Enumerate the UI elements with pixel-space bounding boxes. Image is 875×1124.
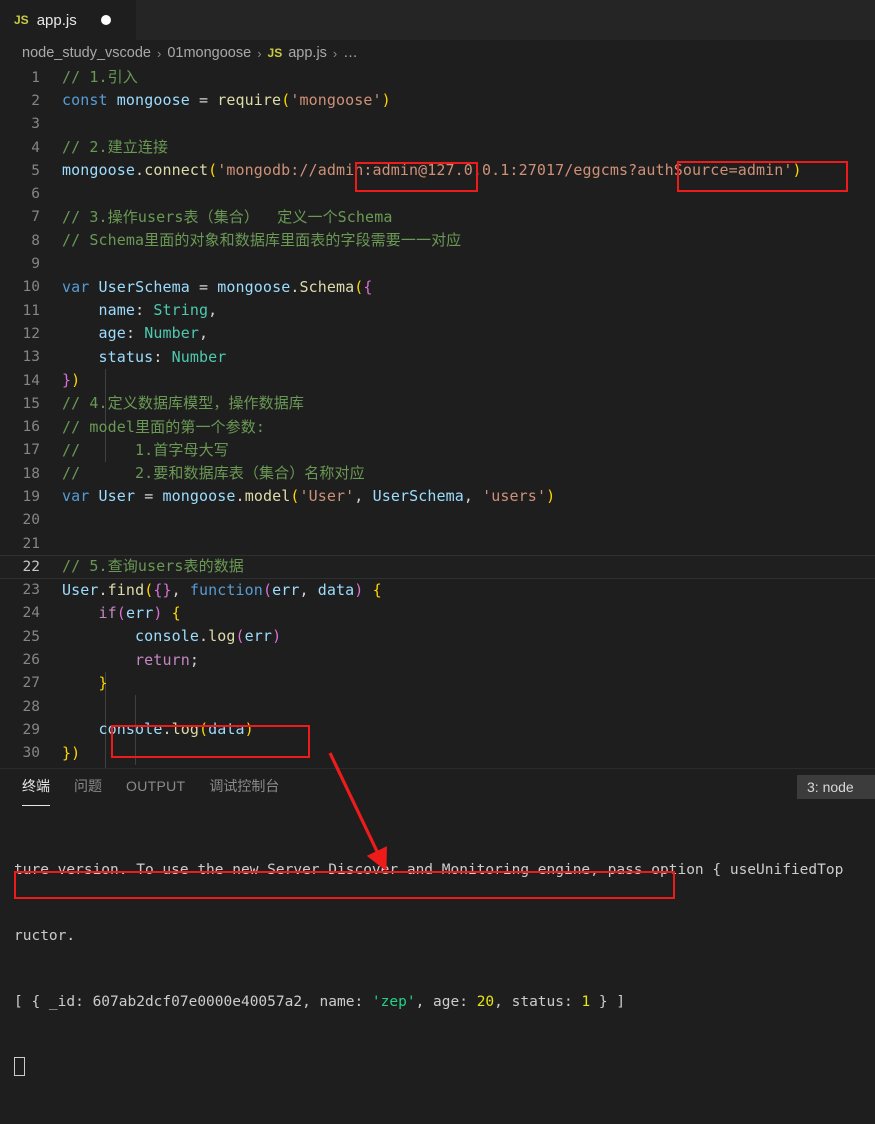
line-number: 4 [31,139,40,156]
code-line[interactable]: 10 var UserSchema = mongoose.Schema({ [0,276,875,299]
code-line[interactable]: 4// 2.建立连接 [0,136,875,159]
result-prefix: [ { _id: 607ab2dcf07e0000e40057a2, name: [14,994,372,1010]
line-number: 9 [31,256,40,273]
panel-tab-output[interactable]: OUTPUT [126,778,185,798]
panel-tab-bar: 终端 问题 OUTPUT 调试控制台 3: node [0,769,875,807]
line-number: 14 [22,372,40,389]
terminal-prompt-line [14,1057,875,1080]
breadcrumb-separator-icon: › [332,45,338,61]
code-line-active[interactable]: 22// 5.查询users表的数据 [0,555,875,579]
unsaved-dot-icon[interactable] [100,15,111,25]
breadcrumb-item-folder-mongoose[interactable]: 01mongoose [167,45,251,61]
line-number: 18 [22,465,40,482]
code-line[interactable]: 25 console.log(err) [0,625,875,648]
code-line[interactable]: 2 const mongoose = require('mongoose') [0,89,875,112]
editor-tab-label: app.js [36,11,77,29]
line-number: 12 [22,325,40,342]
panel-tab-debug-console[interactable]: 调试控制台 [209,776,279,800]
line-number: 8 [31,232,40,249]
vscode-window: JS app.js node_study_vscode › 01mongoose… [0,0,875,1076]
result-suffix: } ] [590,994,626,1010]
code-line[interactable]: 5 mongoose.connect('mongodb://admin:admin… [0,159,875,182]
line-number: 26 [22,652,40,669]
line-number: 19 [22,488,40,505]
line-number: 11 [22,302,40,319]
code-line[interactable]: 7// 3.操作users表（集合） 定义一个Schema [0,206,875,229]
line-number: 30 [22,745,40,762]
line-number: 28 [22,698,40,715]
code-line[interactable]: 24 if(err) { [0,602,875,625]
line-number: 17 [22,442,40,459]
terminal-line-result: [ { _id: 607ab2dcf07e0000e40057a2, name:… [14,991,875,1013]
code-line[interactable]: 11 name: String, [0,299,875,322]
code-line[interactable]: 1// 1.引入 [0,66,875,89]
code-line[interactable]: 12 age: Number, [0,322,875,345]
panel-tab-terminal[interactable]: 终端 [22,776,50,806]
code-line[interactable]: 30}) [0,742,875,765]
code-line[interactable]: 13 status: Number [0,346,875,369]
result-mid2: , status: [494,994,582,1010]
code-line[interactable]: 6 [0,182,875,205]
breadcrumb-separator-icon: › [157,45,162,61]
bottom-panel: 终端 问题 OUTPUT 调试控制台 3: node ture version.… [0,768,875,1076]
result-mid: , age: [415,994,477,1010]
code-editor[interactable]: 1// 1.引入 2 const mongoose = require('mong… [0,66,875,768]
code-line[interactable]: 14}) [0,369,875,392]
line-number: 29 [22,721,40,738]
line-number: 5 [31,162,40,179]
code-line[interactable]: 9 [0,252,875,275]
result-name-value: 'zep' [371,994,416,1010]
terminal-output[interactable]: ture version. To use the new Server Disc… [0,807,875,1124]
breadcrumb-js-file-icon: JS [267,46,283,60]
code-line[interactable]: 27 } [0,672,875,695]
code-line[interactable]: 26 return; [0,648,875,671]
terminal-line: ructor. [14,928,76,944]
line-number: 15 [22,395,40,412]
code-line[interactable]: 17// 1.首字母大写 [0,439,875,462]
line-number: 1 [31,69,40,86]
line-number: 7 [31,209,40,226]
terminal-line: ture version. To use the new Server Disc… [14,862,844,878]
terminal-instance-select[interactable]: 3: node [797,775,875,799]
code-line[interactable]: 3 [0,113,875,136]
line-number: 16 [22,419,40,436]
breadcrumb-item-symbol-more[interactable]: … [343,45,358,61]
result-status-value: 1 [581,994,591,1010]
code-line[interactable]: 21 [0,532,875,555]
code-line[interactable]: 28 [0,695,875,718]
line-number: 6 [31,186,40,203]
code-line[interactable]: 23 User.find({}, function(err, data) { [0,579,875,602]
terminal-cursor [14,1057,25,1076]
breadcrumb-item-folder-root[interactable]: node_study_vscode [22,45,151,61]
code-line[interactable]: 15// 4.定义数据库模型，操作数据库 [0,392,875,415]
line-number: 27 [22,675,40,692]
code-line[interactable]: 18// 2.要和数据库表（集合）名称对应 [0,462,875,485]
line-number: 22 [22,558,40,575]
line-number: 2 [31,92,40,109]
line-number: 10 [22,279,40,296]
line-number: 23 [22,582,40,599]
breadcrumb-separator-icon: › [257,45,262,61]
editor-tab-bar: JS app.js [0,0,875,40]
code-line[interactable]: 16// model里面的第一个参数: [0,415,875,438]
line-number: 25 [22,628,40,645]
code-line[interactable]: 8// Schema里面的对象和数据库里面表的字段需要一一对应 [0,229,875,252]
code-line[interactable]: 29 console.log(data) [0,718,875,741]
line-number: 13 [22,349,40,366]
code-line[interactable]: 19 var User = mongoose.model('User', User… [0,485,875,508]
code-line[interactable]: 20 [0,509,875,532]
editor-tab-app-js[interactable]: JS app.js [0,0,136,40]
line-number: 20 [22,512,40,529]
line-number: 21 [22,535,40,552]
result-age-value: 20 [476,994,495,1010]
tab-bar-empty-space [136,0,875,40]
panel-tab-problems[interactable]: 问题 [74,776,102,800]
line-number: 24 [22,605,40,622]
js-file-icon: JS [14,13,29,27]
line-number: 3 [31,116,40,133]
breadcrumb-item-file[interactable]: app.js [288,45,327,61]
breadcrumb[interactable]: node_study_vscode › 01mongoose › JS app.… [0,40,875,66]
